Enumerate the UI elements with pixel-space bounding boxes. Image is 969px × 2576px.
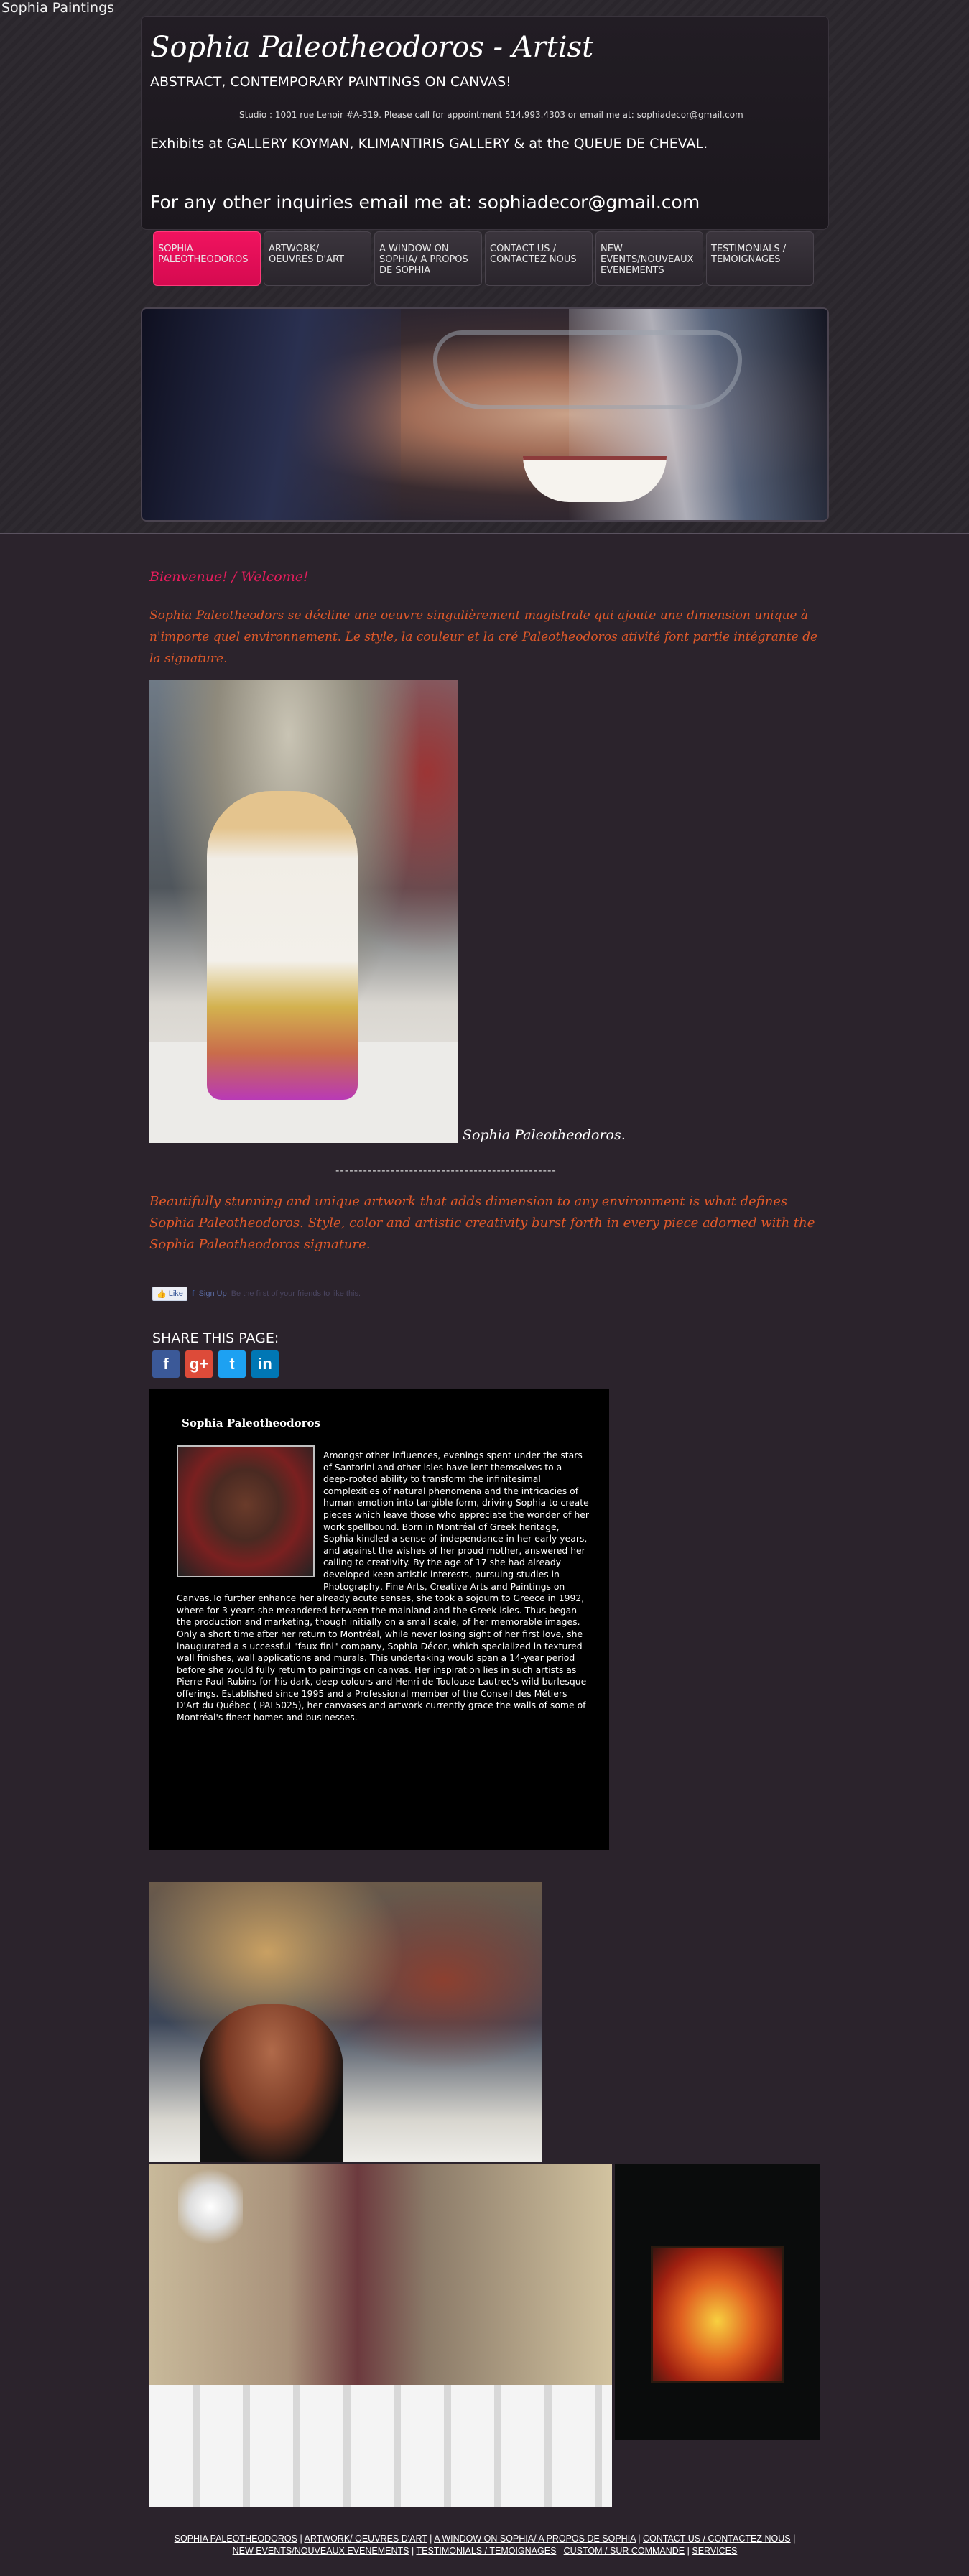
restaurant-gallery-photo — [149, 2164, 612, 2507]
nav-item-sophia-paleotheodoros[interactable]: SOPHIA PALEOTHEODOROS — [153, 231, 261, 286]
photo-caption: Sophia Paleotheodoros. — [463, 1127, 626, 1143]
inquiry-info: For any other inquiries email me at: sop… — [150, 192, 700, 213]
thumbs-up-icon: 👍 — [157, 1289, 167, 1299]
footer-link-custom[interactable]: CUSTOM / SUR COMMANDE — [564, 2546, 685, 2556]
footer-nav: SOPHIA PALEOTHEODOROS | ARTWORK/ OEUVRES… — [174, 2534, 796, 2556]
photo-chandelier — [178, 2164, 243, 2250]
footer-link-contact[interactable]: CONTACT US / CONTACTEZ NOUS — [643, 2534, 791, 2544]
share-title: SHARE THIS PAGE: — [152, 1330, 279, 1346]
header-box: Sophia Paleotheodoros - Artist ABSTRACT,… — [141, 16, 829, 230]
photo-painting — [651, 2246, 784, 2383]
twitter-share-icon[interactable]: t — [218, 1350, 246, 1378]
footer-link-services[interactable]: SERVICES — [692, 2546, 737, 2556]
nav-item-contact[interactable]: CONTACT US / CONTACTEZ NOUS — [485, 231, 593, 286]
footer-link-testimonials[interactable]: TESTIMONIALS / TEMOIGNAGES — [416, 2546, 556, 2556]
nav-item-artwork[interactable]: ARTWORK/ OEUVRES D'ART — [264, 231, 371, 286]
nav-item-window-on-sophia[interactable]: A WINDOW ON SOPHIA/ A PROPOS DE SOPHIA — [374, 231, 482, 286]
like-button-label: Like — [168, 1289, 183, 1298]
intro-text-french: Sophia Paleotheodors se décline une oeuv… — [149, 608, 818, 666]
nav-item-testimonials[interactable]: TESTIMONIALS / TEMOIGNAGES — [706, 231, 814, 286]
artist-with-painting-photo — [149, 1882, 542, 2162]
photo-artist-figure-2 — [200, 2004, 343, 2162]
footer-link-new-events[interactable]: NEW EVENTS/NOUVEAUX EVENEMENTS — [233, 2546, 409, 2556]
photo-tables — [149, 2385, 612, 2507]
nav-item-new-events[interactable]: NEW EVENTS/NOUVEAUX EVENEMENTS — [595, 231, 703, 286]
linkedin-share-icon[interactable]: in — [251, 1350, 279, 1378]
bio-title: Sophia Paleotheodoros — [182, 1417, 320, 1430]
bio-box: Sophia Paleotheodoros Amongst other infl… — [149, 1389, 609, 1850]
banner-hair-left — [142, 309, 401, 520]
facebook-like-row: 👍 Like f Sign Up Be the first of your fr… — [152, 1286, 361, 1302]
exhibits-info: Exhibits at GALLERY KOYMAN, KLIMANTIRIS … — [150, 136, 708, 152]
facebook-icon: f — [191, 1289, 195, 1298]
studio-info: Studio : 1001 rue Lenoir #A-319. Please … — [239, 110, 743, 120]
photo-artist-figure — [207, 791, 358, 1100]
welcome-heading: Bienvenue! / Welcome! — [149, 569, 309, 585]
header-banner-image — [141, 307, 829, 522]
artist-portrait-photo — [149, 680, 458, 1143]
facebook-share-icon[interactable]: f — [152, 1350, 180, 1378]
like-social-text: Be the first of your friends to like thi… — [231, 1289, 361, 1298]
footer-link-artwork[interactable]: ARTWORK/ OEUVRES D'ART — [305, 2534, 427, 2544]
like-sign-up-link[interactable]: Sign Up — [199, 1289, 227, 1298]
separator-line: ----------------------------------------… — [335, 1164, 557, 1177]
painting-in-dark-room-photo — [615, 2164, 820, 2440]
header-subtitle: ABSTRACT, CONTEMPORARY PAINTINGS ON CANV… — [150, 74, 511, 90]
bio-text-wrapper: Amongst other influences, evenings spent… — [177, 1450, 590, 1724]
bio-thumbnail-spacer — [177, 1450, 323, 1583]
share-icons: f g+ t in — [152, 1350, 279, 1378]
facebook-like-button[interactable]: 👍 Like — [152, 1287, 187, 1301]
footer-link-sophia-paleotheodoros[interactable]: SOPHIA PALEOTHEODOROS — [175, 2534, 297, 2544]
site-name: Sophia Paintings — [1, 0, 115, 16]
google-plus-share-icon[interactable]: g+ — [185, 1350, 213, 1378]
footer-link-window-on-sophia[interactable]: A WINDOW ON SOPHIA/ A PROPOS DE SOPHIA — [434, 2534, 636, 2544]
intro-text-english: Beautifully stunning and unique artwork … — [149, 1194, 815, 1252]
main-nav: SOPHIA PALEOTHEODOROS ARTWORK/ OEUVRES D… — [153, 231, 814, 289]
page-title: Sophia Paleotheodoros - Artist — [150, 31, 594, 64]
banner-sunglasses — [433, 330, 742, 409]
